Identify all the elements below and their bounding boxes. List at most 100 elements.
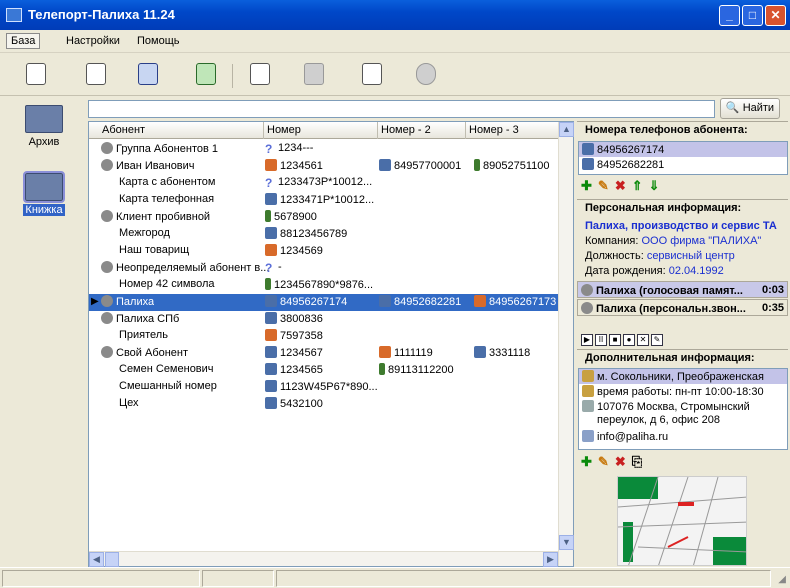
record-1-label: Палиха (голосовая памят... [596, 285, 743, 297]
phone-book-icon [362, 63, 382, 85]
table-row[interactable]: Приятель 7597358 [89, 328, 559, 345]
voice-record-2[interactable]: Палиха (персональн.звон... 0:35 [577, 299, 788, 316]
company-label: Компания: [585, 235, 639, 247]
scroll-down-icon[interactable]: ▼ [559, 535, 574, 550]
resize-grip-icon[interactable]: ◢ [778, 574, 786, 585]
export-icon[interactable]: ⎘ [632, 454, 642, 470]
grid-horizontal-scrollbar[interactable]: ◀ ▶ [89, 551, 558, 567]
delete-record-icon[interactable]: ✕ [637, 334, 649, 346]
move-down-icon[interactable]: ⇓ [649, 178, 660, 194]
scroll-up-icon[interactable]: ▲ [559, 122, 574, 137]
stop-icon[interactable]: ■ [609, 334, 621, 346]
move-up-icon[interactable]: ⇑ [632, 178, 643, 194]
phone-icon [379, 295, 391, 307]
import-button[interactable] [22, 60, 50, 88]
table-row[interactable]: Клиент пробивной 5678900 [89, 209, 559, 226]
row-name: Цех [119, 397, 139, 409]
edit-button[interactable] [82, 60, 110, 88]
menu-settings[interactable]: Настройки [62, 34, 124, 48]
header-number3[interactable]: Номер - 3 [466, 122, 559, 139]
nav-archive-label: Архив [28, 136, 60, 148]
phone-icon [265, 363, 277, 375]
table-row[interactable]: Межгород 88123456789 [89, 226, 559, 243]
search-icon: 🔍 [725, 102, 740, 114]
table-row[interactable]: Карта телефонная 1233471P*10012... [89, 192, 559, 209]
table-row[interactable]: Наш товарищ 1234569 [89, 243, 559, 260]
scroll-thumb[interactable] [105, 552, 119, 567]
save-button[interactable] [134, 60, 162, 88]
home-phone-icon [265, 159, 277, 171]
list-item[interactable]: 84956267174 [579, 142, 787, 157]
record-icon [581, 302, 593, 314]
record-icon[interactable]: ● [623, 334, 635, 346]
row-number2: 84957700001 [394, 160, 462, 172]
map-thumbnail[interactable] [617, 476, 747, 566]
check-button[interactable] [192, 60, 220, 88]
grid-vertical-scrollbar[interactable]: ▲ ▼ [558, 122, 574, 566]
minimize-button[interactable]: _ [719, 5, 740, 26]
menu-base[interactable]: База [6, 33, 41, 49]
table-row[interactable]: Иван Иванович 1234561 84957700001 890527… [89, 158, 559, 175]
scroll-left-icon[interactable]: ◀ [89, 552, 104, 567]
table-row[interactable]: Семен Семенович 1234565 89113112200 [89, 362, 559, 379]
table-row[interactable]: Группа Абонентов 1 ? 1234--- [89, 141, 559, 158]
unknown-icon: ? [265, 261, 273, 274]
edit-icon[interactable]: ✎ [598, 454, 609, 470]
row-number3: 3331118 [489, 347, 531, 359]
row-number: 88123456789 [280, 228, 348, 240]
voice-record-1[interactable]: Палиха (голосовая памят... 0:03 [577, 281, 788, 298]
list-item[interactable]: 84952682281 [579, 157, 787, 172]
table-row[interactable]: Свой Абонент 1234567 1111119 3331118 [89, 345, 559, 362]
phone-number: 84952682281 [597, 159, 665, 171]
row-number: 1234569 [280, 245, 323, 257]
position-label: Должность: [585, 250, 644, 262]
header-number[interactable]: Номер [264, 122, 378, 139]
scroll-right-icon[interactable]: ▶ [543, 552, 558, 567]
table-row[interactable]: Карта с абонентом ? 1233473P*10012... [89, 175, 559, 192]
add-icon[interactable]: ✚ [581, 178, 592, 194]
edit-icon[interactable]: ✎ [598, 178, 609, 194]
close-button[interactable]: ✕ [765, 5, 786, 26]
edit-record-icon[interactable]: ✎ [651, 334, 663, 346]
nav-phonebook[interactable]: Книжка [12, 171, 76, 216]
row-name: Группа Абонентов 1 [116, 143, 218, 155]
row-number: 5432100 [280, 398, 323, 410]
list-item[interactable]: 107076 Москва, Стромынский переулок, д 6,… [579, 399, 787, 429]
phones-list: 84956267174 84952682281 [578, 141, 788, 175]
row-name: Неопределяемый абонент в... [116, 262, 270, 274]
nav-archive[interactable]: Архив [12, 105, 76, 148]
row-number2: 1111119 [394, 347, 433, 359]
table-row[interactable]: Неопределяемый абонент в... ? - [89, 260, 559, 277]
table-row[interactable]: Номер 42 символа 1234567890*9876... [89, 277, 559, 294]
menu-help[interactable]: Помощь [133, 34, 184, 48]
network-button[interactable] [300, 60, 328, 88]
header-subscriber[interactable]: Абонент [99, 122, 264, 139]
row-number: 1234561 [280, 160, 323, 172]
schedule-button[interactable] [246, 60, 274, 88]
table-row-selected[interactable]: ▶ Палиха 84956267174 84952682281 8495626… [89, 294, 559, 311]
edit-icon [86, 63, 106, 85]
row-name: Карта с абонентом [119, 176, 216, 188]
phonebook-icon [23, 171, 65, 203]
playback-controls: ▶ II ■ ● ✕ ✎ [581, 333, 665, 346]
header-number2[interactable]: Номер - 2 [378, 122, 466, 139]
play-icon[interactable]: ▶ [581, 334, 593, 346]
company-name: Палиха, производство и сервис ТА [585, 220, 777, 232]
add-icon[interactable]: ✚ [581, 454, 592, 470]
find-button[interactable]: 🔍 Найти [720, 98, 780, 119]
table-row[interactable]: Смешанный номер 1123W45P67*890... [89, 379, 559, 396]
maximize-button[interactable]: □ [742, 5, 763, 26]
pause-icon[interactable]: II [595, 334, 607, 346]
row-name: Приятель [119, 329, 168, 341]
delete-icon[interactable]: ✖ [615, 454, 626, 470]
grid-header: Абонент Номер Номер - 2 Номер - 3 [89, 122, 559, 139]
table-row[interactable]: Цех 5432100 [89, 396, 559, 413]
map-button[interactable] [412, 60, 440, 88]
list-item[interactable]: время работы: пн-пт 10:00-18:30 [579, 384, 787, 399]
phone-book-button[interactable] [358, 60, 386, 88]
search-input[interactable] [88, 100, 715, 118]
table-row[interactable]: Палиха СПб 3800836 [89, 311, 559, 328]
list-item[interactable]: м. Сокольники, Преображенская [579, 369, 787, 384]
list-item[interactable]: info@paliha.ru [579, 429, 787, 444]
delete-icon[interactable]: ✖ [615, 178, 626, 194]
